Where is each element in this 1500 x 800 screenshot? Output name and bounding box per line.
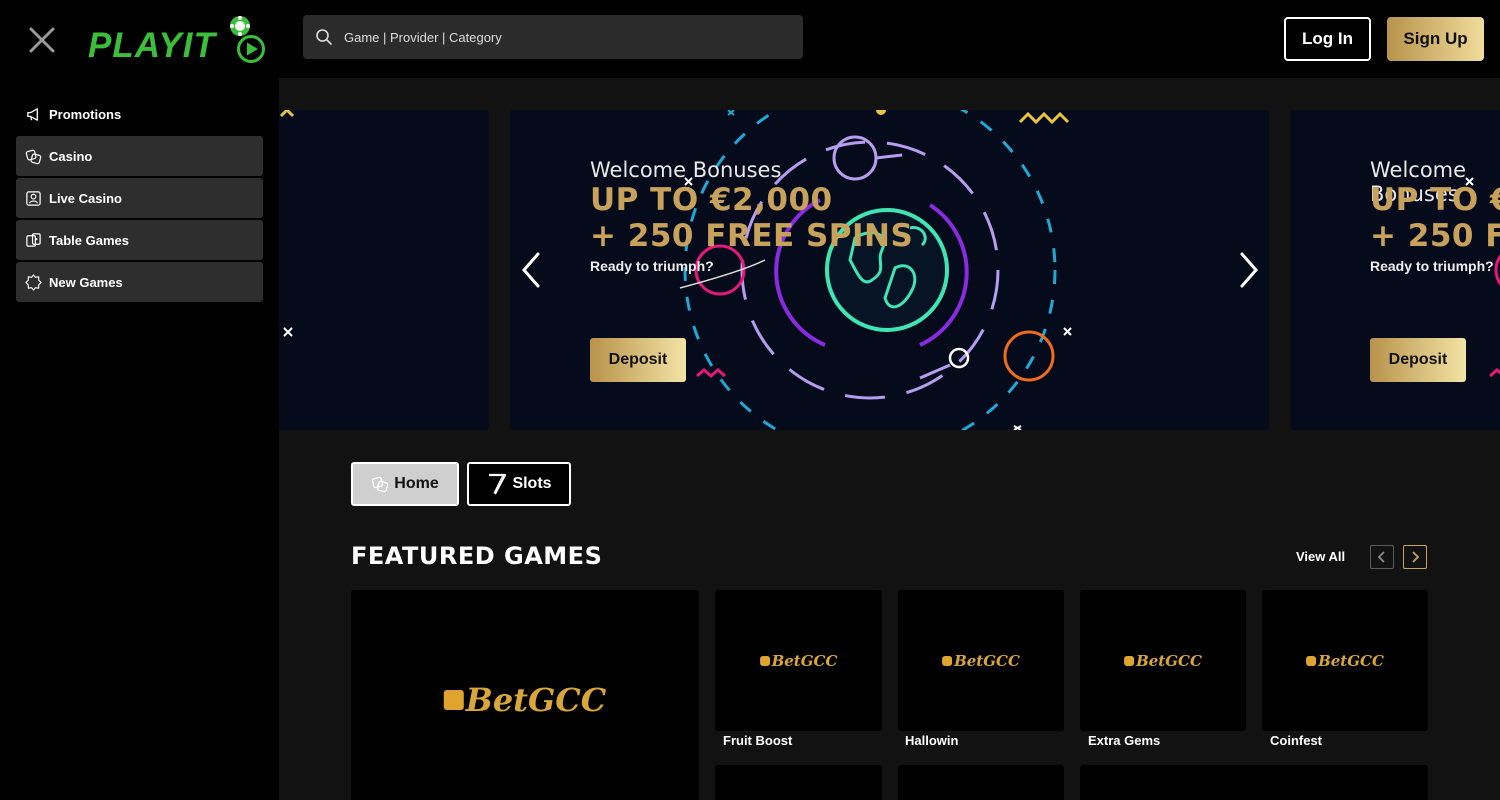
featured-game-card-large[interactable]: BetGCC	[351, 590, 699, 800]
sidebar-item-promotions[interactable]: Promotions	[16, 94, 263, 134]
banner-free-spins: + 250 FREE SPINS	[590, 218, 914, 254]
banner-subtitle: Ready to triumph?	[590, 258, 714, 274]
deposit-button[interactable]: Deposit	[590, 338, 686, 382]
banner-subtitle: Ready to triumph?	[1370, 258, 1494, 274]
sidebar-item-label: Casino	[49, 148, 93, 164]
table-games-icon	[24, 231, 42, 249]
featured-games-heading: FEATURED GAMES	[351, 542, 603, 570]
banner-amount: UP TO €2,000	[590, 182, 833, 218]
dice-icon	[1306, 655, 1317, 666]
sidebar-item-live-casino[interactable]: Live Casino	[16, 178, 263, 218]
game-name[interactable]: Fruit Boost	[723, 733, 792, 748]
sidebar-item-table-games[interactable]: Table Games	[16, 220, 263, 260]
carousel-next-arrow[interactable]	[1234, 250, 1264, 290]
search-icon	[316, 29, 332, 45]
sidebar-item-label: Promotions	[49, 106, 122, 122]
game-name[interactable]: Hallowin	[905, 733, 958, 748]
banner-free-spins: + 250 FREE SPINS	[1370, 218, 1500, 254]
game-card-extra-gems[interactable]: BetGCC	[1080, 590, 1246, 731]
banner-amount: UP TO €2,000	[1370, 182, 1500, 218]
game-card[interactable]	[1080, 765, 1428, 800]
view-all-link[interactable]: View All	[1296, 549, 1345, 564]
new-badge-icon	[24, 273, 42, 291]
playit-logo[interactable]: PLAYIT	[88, 14, 270, 66]
tab-home[interactable]: Home	[351, 462, 459, 506]
chips-icon	[372, 476, 389, 493]
provider-logo: BetGCC	[1306, 652, 1384, 670]
featured-prev-button[interactable]	[1370, 545, 1394, 569]
close-menu-button[interactable]	[26, 24, 58, 56]
game-card[interactable]	[715, 765, 882, 800]
banner-decoration	[279, 110, 295, 337]
provider-logo: BetGCC	[942, 652, 1020, 670]
sidebar-item-label: Live Casino	[49, 190, 122, 206]
megaphone-icon	[24, 105, 42, 123]
banner-title: Welcome Bonuses	[590, 158, 782, 182]
chips-icon	[24, 147, 42, 165]
banner-slide-prev[interactable]	[279, 110, 489, 430]
chevron-left-icon	[1377, 551, 1385, 563]
search-input[interactable]	[344, 29, 784, 45]
game-card-coinfest[interactable]: BetGCC	[1262, 590, 1428, 731]
search-bar[interactable]	[303, 15, 803, 59]
provider-logo: BetGCC	[1124, 652, 1202, 670]
dice-icon	[942, 655, 953, 666]
game-card-hallowin[interactable]: BetGCC	[898, 590, 1064, 731]
carousel-prev-arrow[interactable]	[516, 250, 546, 290]
provider-logo: BetGCC	[759, 652, 837, 670]
game-card[interactable]	[898, 765, 1064, 800]
sidebar-item-new-games[interactable]: New Games	[16, 262, 263, 302]
seven-icon	[489, 473, 507, 495]
game-name[interactable]: Extra Gems	[1088, 733, 1160, 748]
sidebar: Promotions Casino Live Casino Table Game…	[0, 78, 279, 800]
tab-label: Home	[394, 475, 439, 492]
game-name[interactable]: Coinfest	[1270, 733, 1322, 748]
deposit-button[interactable]: Deposit	[1370, 338, 1466, 382]
signup-button[interactable]: Sign Up	[1387, 17, 1484, 61]
tab-label: Slots	[512, 475, 552, 492]
dice-icon	[443, 690, 464, 710]
provider-logo: BetGCC	[443, 681, 606, 719]
play-icon	[237, 35, 265, 63]
sidebar-item-label: New Games	[49, 274, 123, 290]
main-content: Welcome Bonuses UP TO €2,000 + 250 FREE …	[279, 78, 1500, 800]
close-icon	[29, 27, 55, 53]
chevron-right-icon	[1412, 551, 1420, 563]
dice-icon	[1124, 655, 1135, 666]
dice-icon	[759, 655, 770, 666]
banner-slide-next[interactable]: Welcome Bonuses UP TO €2,000 + 250 FREE …	[1290, 110, 1500, 430]
banner-slide-welcome[interactable]: Welcome Bonuses UP TO €2,000 + 250 FREE …	[510, 110, 1269, 430]
tab-slots[interactable]: Slots	[467, 462, 571, 506]
sidebar-item-label: Table Games	[49, 232, 129, 248]
featured-next-button[interactable]	[1403, 545, 1427, 569]
login-button[interactable]: Log In	[1284, 17, 1371, 61]
live-dealer-icon	[24, 189, 42, 207]
logo-text: PLAYIT	[88, 26, 216, 65]
game-card-fruit-boost[interactable]: BetGCC	[715, 590, 882, 731]
sidebar-item-casino[interactable]: Casino	[16, 136, 263, 176]
